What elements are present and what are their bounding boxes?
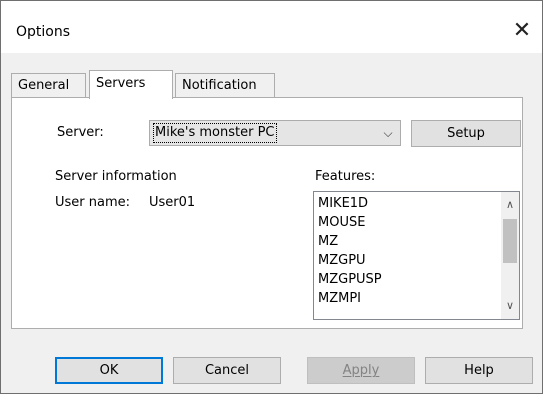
server-select-value: Mike's monster PC: [153, 123, 277, 143]
list-item[interactable]: MZMPI: [318, 289, 361, 308]
list-item[interactable]: MZGPU: [318, 251, 366, 270]
setup-button[interactable]: Setup: [411, 120, 521, 147]
cancel-button[interactable]: Cancel: [173, 357, 281, 384]
window-title: Options: [16, 24, 71, 40]
tab-servers[interactable]: Servers: [89, 70, 173, 99]
scrollbar-thumb[interactable]: [503, 219, 517, 263]
list-item[interactable]: MIKE1D: [318, 194, 368, 213]
features-label: Features:: [315, 169, 376, 184]
chevron-up-icon[interactable]: ∧: [501, 196, 519, 214]
tab-notification-label: Notification: [182, 78, 257, 93]
chevron-down-icon[interactable]: ∨: [501, 297, 519, 315]
list-item[interactable]: MZ: [318, 232, 338, 251]
server-information-heading: Server information: [55, 169, 177, 184]
features-list[interactable]: MIKE1D MOUSE MZ MZGPU MZGPUSP MZMPI ∧ ∨: [313, 191, 520, 320]
title-bar: Options ✕: [1, 1, 542, 53]
help-button[interactable]: Help: [425, 357, 533, 384]
chevron-down-icon[interactable]: ⌵: [376, 121, 400, 145]
ok-button[interactable]: OK: [55, 357, 163, 384]
features-scrollbar[interactable]: ∧ ∨: [501, 192, 519, 319]
tab-general[interactable]: General: [11, 73, 86, 97]
tab-servers-label: Servers: [96, 76, 146, 91]
tab-notification[interactable]: Notification: [175, 73, 275, 97]
user-name-value: User01: [149, 195, 196, 210]
list-item[interactable]: MZGPUSP: [318, 270, 382, 289]
apply-button[interactable]: Apply: [307, 357, 415, 384]
options-dialog: Options ✕ General Servers Notification S…: [0, 0, 543, 394]
tab-general-label: General: [18, 78, 70, 93]
list-item[interactable]: MOUSE: [318, 213, 365, 232]
apply-button-label: Apply: [342, 363, 380, 378]
user-name-label: User name:: [55, 195, 131, 210]
server-select[interactable]: Mike's monster PC ⌵: [149, 120, 401, 146]
close-icon[interactable]: ✕: [502, 11, 542, 51]
server-label: Server:: [57, 125, 104, 140]
